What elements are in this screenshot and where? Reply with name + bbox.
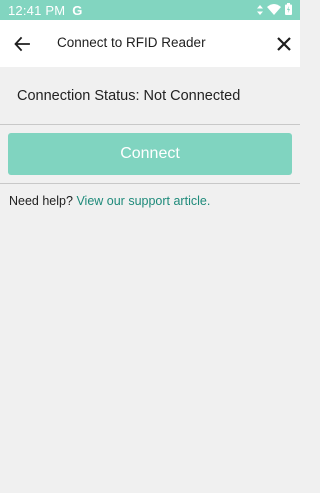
google-g-icon: G — [72, 2, 83, 18]
connection-status-row: Connection Status: Not Connected — [0, 67, 300, 125]
data-arrows-icon — [257, 3, 263, 18]
support-article-link[interactable]: View our support article. — [76, 194, 210, 208]
app-bar: Connect to RFID Reader — [0, 20, 300, 67]
wifi-icon — [267, 3, 281, 18]
close-icon — [277, 37, 291, 51]
page-title: Connect to RFID Reader — [57, 35, 206, 50]
connection-status-text: Connection Status: Not Connected — [17, 88, 241, 104]
battery-icon — [285, 2, 292, 18]
divider — [0, 124, 300, 125]
help-row: Need help? View our support article. — [9, 194, 210, 208]
arrow-left-icon — [14, 36, 30, 52]
status-bar: 12:41 PM G — [0, 0, 300, 20]
connect-button[interactable]: Connect — [8, 133, 292, 175]
back-button[interactable] — [10, 32, 34, 56]
status-icons — [257, 2, 292, 18]
close-button[interactable] — [272, 32, 296, 56]
status-time: 12:41 PM — [8, 2, 66, 18]
help-prefix: Need help? — [9, 194, 73, 208]
divider — [0, 183, 300, 184]
